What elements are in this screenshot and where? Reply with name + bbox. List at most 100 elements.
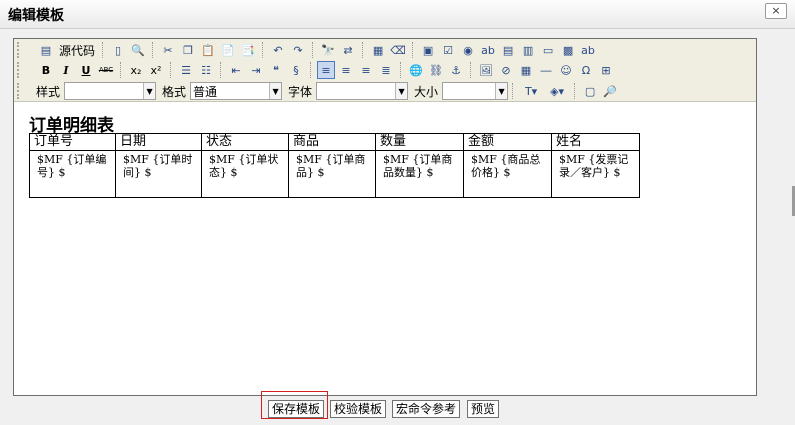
horizontal-rule-icon[interactable]: ― xyxy=(537,61,555,79)
superscript-button[interactable]: x² xyxy=(147,61,165,79)
copy-icon[interactable]: ❐ xyxy=(179,41,197,59)
hidden-field-icon[interactable]: ab xyxy=(579,41,597,59)
column-header: 订单号 xyxy=(29,133,116,151)
column-header: 商品 xyxy=(288,133,376,151)
editor-content[interactable]: 订单明细表 订单号 日期 状态 商品 数量 金额 姓名 $MF {订单编号} $… xyxy=(14,102,756,395)
toolbar-row-2: B I U ABC x₂ x² ☰ ☷ ⇤ ⇥ ❝ § ≡ ≡ ≡ ≣ 🌐 ⛓ … xyxy=(36,60,616,80)
toolbar-row-3: 样式 ▼ 格式 普通 ▼ 字体 ▼ 大小 ▼ T▾ ◈▾ ▢ 🔎 xyxy=(36,81,620,101)
replace-icon[interactable]: ⇄ xyxy=(339,41,357,59)
blockquote-icon[interactable]: ❝ xyxy=(267,61,285,79)
chevron-down-icon[interactable]: ▼ xyxy=(495,83,508,99)
smiley-icon[interactable]: ☺ xyxy=(557,61,575,79)
close-button[interactable]: × xyxy=(765,3,787,19)
align-center-icon[interactable]: ≡ xyxy=(337,61,355,79)
column-header: 数量 xyxy=(375,133,464,151)
macro-reference-button[interactable]: 宏命令参考 xyxy=(392,400,461,418)
align-justify-icon[interactable]: ≣ xyxy=(377,61,395,79)
size-label: 大小 xyxy=(414,84,439,99)
checkbox-icon[interactable]: ☑ xyxy=(439,41,457,59)
show-blocks-icon[interactable]: 🔎 xyxy=(601,82,619,100)
column-header: 状态 xyxy=(201,133,289,151)
table-header-row: 订单号 日期 状态 商品 数量 金额 姓名 xyxy=(29,133,640,151)
image-button-icon[interactable]: ▩ xyxy=(559,41,577,59)
table-row: $MF {订单编号} $ $MF {订单时间} $ $MF {订单状态} $ $… xyxy=(29,150,640,198)
column-header: 金额 xyxy=(463,133,552,151)
special-char-icon[interactable]: Ω xyxy=(577,61,595,79)
rich-text-editor: ▤ 源代码 ▯ 🔍 ✂ ❐ 📋 📄 📑 ↶ ↷ 🔭 ⇄ ▦ ⌫ ▣ ☑ ◉ ab xyxy=(13,38,757,396)
textfield-icon[interactable]: ab xyxy=(479,41,497,59)
validate-template-button[interactable]: 校验模板 xyxy=(330,400,387,418)
bold-button[interactable]: B xyxy=(37,61,55,79)
column-header: 姓名 xyxy=(551,133,640,151)
table-cell[interactable]: $MF {订单商品数量} $ xyxy=(375,150,464,198)
source-icon[interactable]: ▤ xyxy=(37,41,55,59)
subscript-button[interactable]: x₂ xyxy=(127,61,145,79)
anchor-icon[interactable]: ⚓ xyxy=(447,61,465,79)
preview-icon[interactable]: 🔍 xyxy=(129,41,147,59)
dialog-titlebar: 编辑模板 × xyxy=(0,0,795,29)
paste-icon[interactable]: 📋 xyxy=(199,41,217,59)
strike-button[interactable]: ABC xyxy=(97,61,115,79)
table-cell[interactable]: $MF {订单状态} $ xyxy=(201,150,289,198)
font-label: 字体 xyxy=(288,84,313,99)
link-icon[interactable]: 🌐 xyxy=(407,61,425,79)
image-icon[interactable]: 🖼 xyxy=(477,61,495,79)
table-cell[interactable]: $MF {订单时间} $ xyxy=(115,150,202,198)
radio-icon[interactable]: ◉ xyxy=(459,41,477,59)
underline-button[interactable]: U xyxy=(77,61,95,79)
bullet-list-icon[interactable]: ☷ xyxy=(197,61,215,79)
font-select[interactable]: ▼ xyxy=(316,82,409,100)
maximize-icon[interactable]: ▢ xyxy=(581,82,599,100)
table-cell[interactable]: $MF {发票记录／客户} $ xyxy=(551,150,640,198)
redo-icon[interactable]: ↷ xyxy=(289,41,307,59)
chevron-down-icon[interactable]: ▼ xyxy=(143,83,156,99)
select-icon[interactable]: ▥ xyxy=(519,41,537,59)
new-page-icon[interactable]: ▯ xyxy=(109,41,127,59)
table-cell[interactable]: $MF {订单商品} $ xyxy=(288,150,376,198)
format-label: 格式 xyxy=(162,84,187,99)
chevron-down-icon[interactable]: ▼ xyxy=(395,83,408,99)
table-icon[interactable]: ▦ xyxy=(517,61,535,79)
chevron-down-icon[interactable]: ▼ xyxy=(269,83,282,99)
paste-text-icon[interactable]: 📄 xyxy=(219,41,237,59)
style-select[interactable]: ▼ xyxy=(64,82,157,100)
toolbar-grip[interactable] xyxy=(17,62,23,78)
size-select[interactable]: ▼ xyxy=(442,82,509,100)
order-detail-table: 订单号 日期 状态 商品 数量 金额 姓名 $MF {订单编号} $ $MF {… xyxy=(29,133,640,198)
paste-word-icon[interactable]: 📑 xyxy=(239,41,257,59)
cut-icon[interactable]: ✂ xyxy=(159,41,177,59)
dialog-footer: 保存模板 校验模板 宏命令参考 预览 xyxy=(0,396,795,425)
page-break-icon[interactable]: ⊞ xyxy=(597,61,615,79)
form-icon[interactable]: ▣ xyxy=(419,41,437,59)
focus-highlight xyxy=(261,391,328,419)
format-select[interactable]: 普通 ▼ xyxy=(190,82,283,100)
italic-button[interactable]: I xyxy=(57,61,75,79)
source-button[interactable]: 源代码 xyxy=(57,41,97,59)
table-cell[interactable]: $MF {商品总价格} $ xyxy=(463,150,552,198)
column-header: 日期 xyxy=(115,133,202,151)
div-container-icon[interactable]: § xyxy=(287,61,305,79)
style-label: 样式 xyxy=(36,84,61,99)
outdent-icon[interactable]: ⇤ xyxy=(227,61,245,79)
toolbar-grip[interactable] xyxy=(17,42,23,58)
dialog-title: 编辑模板 xyxy=(8,8,64,24)
textarea-icon[interactable]: ▤ xyxy=(499,41,517,59)
text-color-icon[interactable]: T▾ xyxy=(519,82,543,100)
undo-icon[interactable]: ↶ xyxy=(269,41,287,59)
toolbar-row-1: ▤ 源代码 ▯ 🔍 ✂ ❐ 📋 📄 📑 ↶ ↷ 🔭 ⇄ ▦ ⌫ ▣ ☑ ◉ ab xyxy=(36,40,598,60)
unlink-icon[interactable]: ⛓ xyxy=(427,61,445,79)
remove-format-icon[interactable]: ⌫ xyxy=(389,41,407,59)
preview-button[interactable]: 预览 xyxy=(467,400,500,418)
toolbar-grip[interactable] xyxy=(17,83,23,99)
button-icon[interactable]: ▭ xyxy=(539,41,557,59)
align-right-icon[interactable]: ≡ xyxy=(357,61,375,79)
find-icon[interactable]: 🔭 xyxy=(319,41,337,59)
numbered-list-icon[interactable]: ☰ xyxy=(177,61,195,79)
align-left-icon[interactable]: ≡ xyxy=(317,61,335,79)
background-color-icon[interactable]: ◈▾ xyxy=(545,82,569,100)
editor-toolbar: ▤ 源代码 ▯ 🔍 ✂ ❐ 📋 📄 📑 ↶ ↷ 🔭 ⇄ ▦ ⌫ ▣ ☑ ◉ ab xyxy=(14,39,756,102)
indent-icon[interactable]: ⇥ xyxy=(247,61,265,79)
flash-icon[interactable]: ⊘ xyxy=(497,61,515,79)
select-all-icon[interactable]: ▦ xyxy=(369,41,387,59)
table-cell[interactable]: $MF {订单编号} $ xyxy=(29,150,116,198)
